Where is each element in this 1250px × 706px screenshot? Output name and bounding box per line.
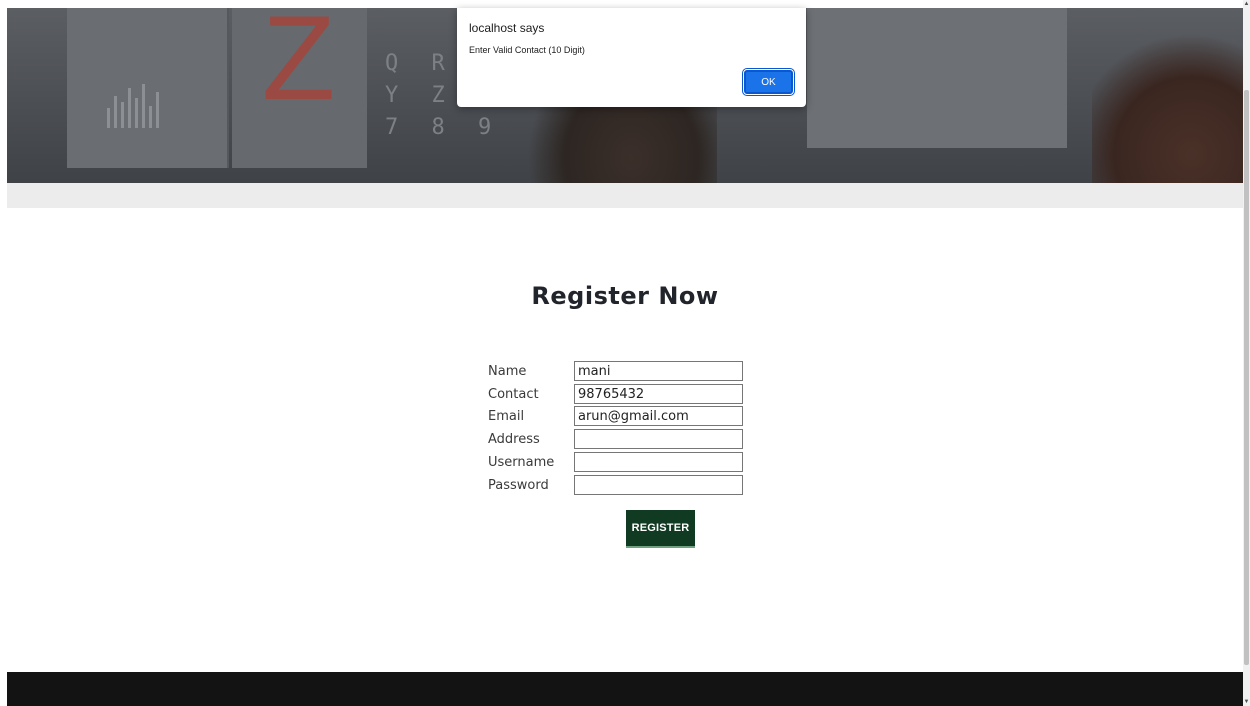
alert-message: Enter Valid Contact (10 Digit) (469, 45, 585, 55)
page-footer (7, 672, 1243, 706)
scrollbar-thumb[interactable] (1244, 90, 1249, 665)
eye-chart-letter: Z (262, 8, 336, 125)
scroll-down-arrow-icon[interactable]: ▼ (1243, 698, 1250, 706)
page-title: Register Now (531, 282, 719, 310)
email-label: Email (488, 409, 525, 424)
alert-ok-button[interactable]: OK (743, 69, 794, 95)
scroll-up-arrow-icon[interactable]: ▲ (1243, 0, 1250, 8)
name-input[interactable] (574, 361, 743, 381)
password-input[interactable] (574, 475, 743, 495)
username-label: Username (488, 455, 555, 470)
register-button[interactable]: REGISTER (626, 510, 695, 548)
alert-title: localhost says (469, 21, 545, 35)
username-input[interactable] (574, 452, 743, 472)
hero-divider-strip (7, 183, 1243, 208)
contact-input[interactable] (574, 384, 743, 404)
page-top-gap (0, 0, 1243, 8)
name-label: Name (488, 364, 527, 379)
contact-label: Contact (488, 387, 539, 402)
person-silhouette-right (1092, 33, 1243, 183)
wall-chart-right (807, 8, 1067, 148)
bar-graphic (102, 78, 192, 128)
address-label: Address (488, 432, 540, 447)
email-input[interactable] (574, 406, 743, 426)
address-input[interactable] (574, 429, 743, 449)
alert-dialog: localhost says Enter Valid Contact (10 D… (457, 8, 806, 107)
password-label: Password (488, 478, 549, 493)
page-scrollbar[interactable]: ▲ ▼ (1243, 0, 1250, 706)
